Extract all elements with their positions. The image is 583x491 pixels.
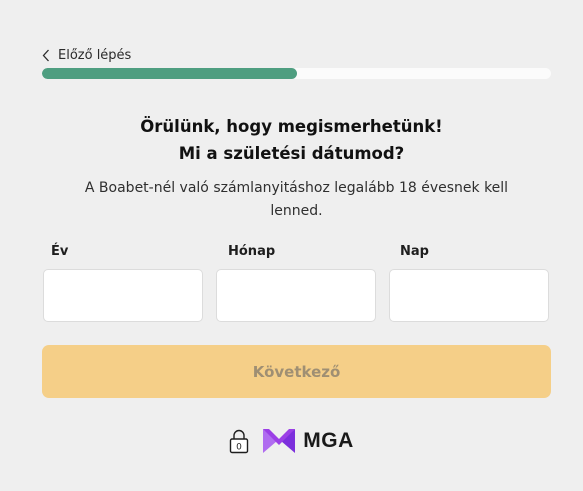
mga-logo-icon (263, 429, 296, 453)
month-label: Hónap (228, 244, 276, 259)
birthdate-step-panel: Előző lépés Örülünk, hogy megismerhetünk… (0, 0, 583, 491)
day-label: Nap (400, 244, 429, 259)
footer-badges: 0 MGA (0, 424, 583, 458)
year-label: Év (51, 244, 69, 259)
month-input[interactable] (216, 269, 376, 322)
chevron-left-icon (42, 49, 49, 61)
age-requirement-text: A Boabet-nél való számlanyitáshoz legalá… (84, 180, 509, 219)
back-link[interactable]: Előző lépés (42, 44, 131, 66)
lock-icon: 0 (230, 429, 249, 454)
next-button[interactable]: Következő (42, 345, 551, 398)
day-input[interactable] (389, 269, 549, 322)
progress-bar (42, 68, 551, 79)
page-title: Örülünk, hogy megismerhetünk! Mi a szüle… (0, 113, 583, 167)
mga-logo: MGA (263, 427, 354, 455)
progress-bar-fill (42, 68, 297, 79)
page-title-line-1: Örülünk, hogy megismerhetünk! (140, 117, 443, 136)
year-input[interactable] (43, 269, 203, 322)
back-link-label: Előző lépés (58, 47, 132, 63)
page-title-line-2: Mi a születési dátumod? (178, 144, 405, 163)
mga-logo-text: MGA (303, 429, 354, 452)
svg-text:0: 0 (236, 443, 242, 453)
